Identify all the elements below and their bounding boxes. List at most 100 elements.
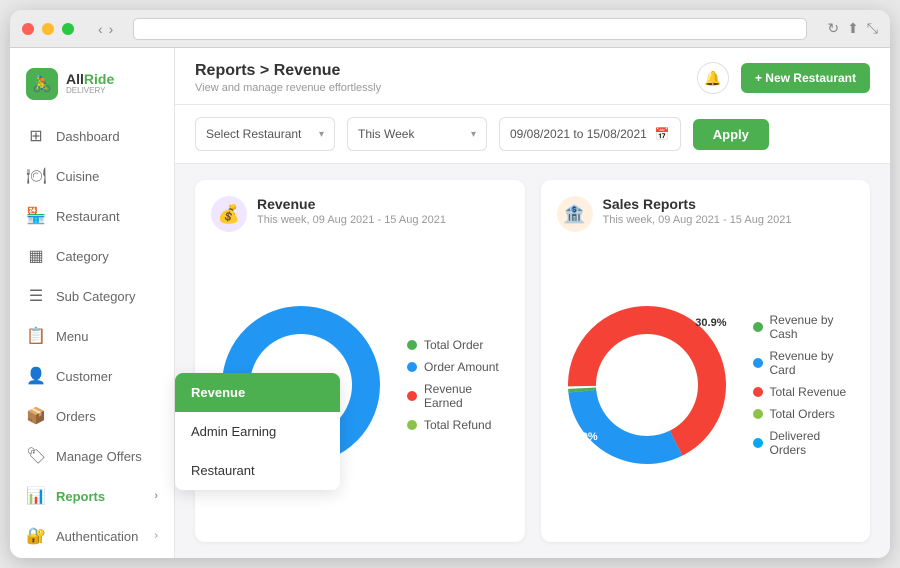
submenu-item-revenue[interactable]: Revenue <box>175 373 340 412</box>
legend-dot-revenue-cash <box>753 322 763 332</box>
sales-chart-body: 30.9% 68.0% Revenue by Cash Revenu <box>557 244 855 526</box>
sales-chart-title: Sales Reports This week, 09 Aug 2021 - 1… <box>603 196 792 226</box>
titlebar-actions: ↻ ⬆ ⤡ <box>827 20 878 37</box>
sales-chart-card: 🏦 Sales Reports This week, 09 Aug 2021 -… <box>541 180 871 542</box>
legend-item-total-order: Total Order <box>407 338 509 352</box>
legend-dot-order-amount <box>407 362 417 372</box>
revenue-chart-title: Revenue This week, 09 Aug 2021 - 15 Aug … <box>257 196 446 226</box>
date-range-text: 09/08/2021 to 15/08/2021 <box>510 127 647 141</box>
legend-dot-total-refund <box>407 420 417 430</box>
nav-buttons: ‹ › <box>98 21 113 37</box>
sidebar-item-orders[interactable]: 📦 Orders <box>10 396 174 436</box>
reports-icon: 📊 <box>26 486 46 506</box>
reports-chevron-icon: › <box>154 490 158 502</box>
forward-icon[interactable]: › <box>109 21 114 37</box>
date-range-picker[interactable]: 09/08/2021 to 15/08/2021 📅 <box>499 117 681 151</box>
sales-legend: Revenue by Cash Revenue by Card Total Re… <box>753 313 855 457</box>
restaurant-chevron-icon: ▾ <box>319 129 324 140</box>
sidebar-item-settings[interactable]: ⚙ Settings › <box>10 556 174 558</box>
sidebar-item-manage-offers[interactable]: 🏷 Manage Offers <box>10 436 174 476</box>
legend-dot-total-order <box>407 340 417 350</box>
legend-label-total-refund: Total Refund <box>424 418 491 432</box>
page-breadcrumb: Reports > Revenue <box>195 62 381 80</box>
week-select[interactable]: This Week ▾ <box>347 117 487 151</box>
share-icon[interactable]: ⬆ <box>847 20 859 37</box>
sidebar-label-dashboard: Dashboard <box>56 129 120 144</box>
reports-submenu: Revenue Admin Earning Restaurant <box>175 373 340 490</box>
sidebar-nav: ⊞ Dashboard 🍽 Cuisine 🏪 Restaurant ▦ Cat… <box>10 116 174 558</box>
sidebar-item-menu[interactable]: 📋 Menu <box>10 316 174 356</box>
new-restaurant-button[interactable]: + New Restaurant <box>741 63 870 93</box>
authentication-chevron-icon: › <box>154 530 158 542</box>
sidebar-label-cuisine: Cuisine <box>56 169 99 184</box>
revenue-subtitle-text: This week, 09 Aug 2021 - 15 Aug 2021 <box>257 214 446 226</box>
legend-item-total-orders: Total Orders <box>753 407 855 421</box>
orders-icon: 📦 <box>26 406 46 426</box>
back-icon[interactable]: ‹ <box>98 21 103 37</box>
cuisine-icon: 🍽 <box>26 166 46 186</box>
legend-item-order-amount: Order Amount <box>407 360 509 374</box>
sidebar-label-sub-category: Sub Category <box>56 289 136 304</box>
legend-dot-revenue-card <box>753 358 763 368</box>
sales-title-text: Sales Reports <box>603 196 792 212</box>
sidebar-item-restaurant[interactable]: 🏪 Restaurant <box>10 196 174 236</box>
apply-button[interactable]: Apply <box>693 119 769 150</box>
legend-item-delivered-orders: Delivered Orders <box>753 429 855 457</box>
sales-donut: 30.9% 68.0% <box>557 295 737 475</box>
legend-item-total-revenue: Total Revenue <box>753 385 855 399</box>
revenue-chart-header: 💰 Revenue This week, 09 Aug 2021 - 15 Au… <box>211 196 509 232</box>
week-chevron-icon: ▾ <box>471 129 476 140</box>
sidebar-logo: 🚴 AllRide DELIVERY <box>10 60 174 116</box>
notification-button[interactable]: 🔔 <box>697 62 729 94</box>
legend-item-revenue-cash: Revenue by Cash <box>753 313 855 341</box>
revenue-legend: Total Order Order Amount Revenue Earned <box>407 338 509 432</box>
titlebar: ‹ › ↻ ⬆ ⤡ <box>10 10 890 48</box>
calendar-icon: 📅 <box>655 127 670 141</box>
sidebar-item-dashboard[interactable]: ⊞ Dashboard <box>10 116 174 156</box>
maximize-btn[interactable] <box>62 23 74 35</box>
sidebar-item-sub-category[interactable]: ☰ Sub Category <box>10 276 174 316</box>
logo-text: AllRide DELIVERY <box>66 72 114 96</box>
submenu-item-restaurant[interactable]: Restaurant <box>175 451 340 490</box>
legend-item-revenue-earned: Revenue Earned <box>407 382 509 410</box>
minimize-btn[interactable] <box>42 23 54 35</box>
logo-delivery: DELIVERY <box>66 87 114 96</box>
sidebar-item-customer[interactable]: 👤 Customer <box>10 356 174 396</box>
filters-bar: Select Restaurant ▾ This Week ▾ 09/08/20… <box>175 105 890 164</box>
page-subtitle: View and manage revenue effortlessly <box>195 82 381 94</box>
sidebar-item-category[interactable]: ▦ Category <box>10 236 174 276</box>
restaurant-icon: 🏪 <box>26 206 46 226</box>
legend-label-revenue-earned: Revenue Earned <box>424 382 509 410</box>
url-bar[interactable] <box>133 18 807 40</box>
sidebar-label-manage-offers: Manage Offers <box>56 449 142 464</box>
legend-label-revenue-cash: Revenue by Cash <box>770 313 855 341</box>
charts-area: 💰 Revenue This week, 09 Aug 2021 - 15 Au… <box>175 164 890 558</box>
close-btn[interactable] <box>22 23 34 35</box>
main-layout: 🚴 AllRide DELIVERY ⊞ Dashboard 🍽 Cuisine <box>10 48 890 558</box>
sidebar-item-reports[interactable]: 📊 Reports › <box>10 476 174 516</box>
sidebar-label-menu: Menu <box>56 329 89 344</box>
sidebar-item-authentication[interactable]: 🔐 Authentication › <box>10 516 174 556</box>
sidebar-label-orders: Orders <box>56 409 96 424</box>
dashboard-icon: ⊞ <box>26 126 46 146</box>
sales-chart-header: 🏦 Sales Reports This week, 09 Aug 2021 -… <box>557 196 855 232</box>
sidebar: 🚴 AllRide DELIVERY ⊞ Dashboard 🍽 Cuisine <box>10 48 175 558</box>
authentication-icon: 🔐 <box>26 526 46 546</box>
submenu-item-admin-earning[interactable]: Admin Earning <box>175 412 340 451</box>
fullscreen-icon[interactable]: ⤡ <box>867 20 878 37</box>
restaurant-select[interactable]: Select Restaurant ▾ <box>195 117 335 151</box>
sidebar-label-authentication: Authentication <box>56 529 138 544</box>
menu-icon: 📋 <box>26 326 46 346</box>
legend-dot-total-revenue <box>753 387 763 397</box>
header-actions: 🔔 + New Restaurant <box>697 62 870 94</box>
legend-label-order-amount: Order Amount <box>424 360 499 374</box>
revenue-title-text: Revenue <box>257 196 446 212</box>
week-select-label: This Week <box>358 127 414 141</box>
legend-label-total-order: Total Order <box>424 338 483 352</box>
header-title: Reports > Revenue View and manage revenu… <box>195 62 381 94</box>
refresh-icon[interactable]: ↻ <box>827 20 839 37</box>
legend-label-revenue-card: Revenue by Card <box>770 349 855 377</box>
legend-dot-total-orders <box>753 409 763 419</box>
sidebar-item-cuisine[interactable]: 🍽 Cuisine <box>10 156 174 196</box>
legend-dot-revenue-earned <box>407 391 417 401</box>
